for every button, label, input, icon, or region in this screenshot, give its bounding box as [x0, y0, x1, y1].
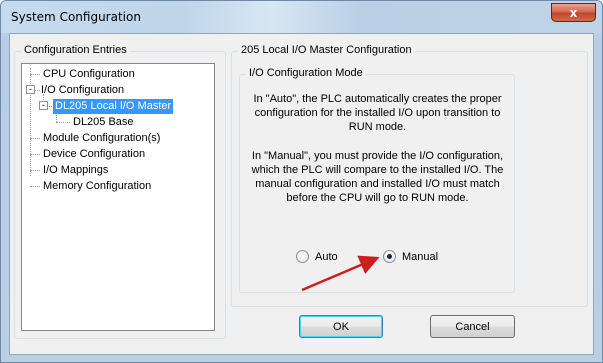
collapse-icon[interactable]: -	[39, 101, 48, 110]
configuration-tree[interactable]: - - CPU Configuration I/O Configuration …	[21, 63, 215, 331]
auto-radio-label[interactable]: Auto	[315, 251, 338, 263]
close-button[interactable]: x	[551, 3, 596, 22]
manual-radio-label[interactable]: Manual	[402, 251, 438, 263]
dialog-client-area: Configuration Entries - - CPU Configurat…	[9, 33, 594, 355]
window-title: System Configuration	[11, 10, 141, 24]
tree-item-dl205-local-io-master[interactable]: DL205 Local I/O Master	[53, 99, 174, 114]
tree-item-memory-configuration[interactable]: Memory Configuration	[41, 179, 153, 194]
tree-line	[30, 170, 40, 171]
tree-item-cpu-configuration[interactable]: CPU Configuration	[41, 67, 137, 82]
title-bar[interactable]: System Configuration x	[1, 1, 602, 33]
collapse-icon[interactable]: -	[26, 85, 35, 94]
tree-item-io-mappings[interactable]: I/O Mappings	[41, 163, 110, 178]
tree-item-module-configurations[interactable]: Module Configuration(s)	[41, 131, 162, 146]
io-configuration-mode-group: I/O Configuration Mode In "Auto", the PL…	[239, 67, 515, 293]
tree-item-dl205-base[interactable]: DL205 Base	[71, 115, 136, 130]
manual-radio-button[interactable]	[383, 250, 396, 263]
dialog-window: System Configuration x Configuration Ent…	[0, 0, 603, 363]
configuration-entries-group: Configuration Entries - - CPU Configurat…	[14, 44, 226, 339]
tree-item-io-configuration[interactable]: I/O Configuration	[39, 83, 126, 98]
master-configuration-label: 205 Local I/O Master Configuration	[238, 44, 415, 56]
tree-line	[56, 122, 70, 123]
close-icon: x	[569, 5, 578, 20]
configuration-entries-label: Configuration Entries	[21, 44, 130, 56]
manual-mode-description: In "Manual", you must provide the I/O co…	[251, 150, 504, 204]
tree-line	[30, 186, 40, 187]
manual-radio-option[interactable]: Manual	[383, 250, 438, 263]
io-configuration-mode-label: I/O Configuration Mode	[246, 67, 366, 79]
tree-line	[30, 154, 40, 155]
cancel-button[interactable]: Cancel	[430, 315, 515, 338]
tree-line	[30, 138, 40, 139]
tree-item-device-configuration[interactable]: Device Configuration	[41, 147, 147, 162]
master-configuration-group: 205 Local I/O Master Configuration I/O C…	[231, 44, 588, 307]
auto-mode-description: In "Auto", the PLC automatically creates…	[253, 93, 502, 133]
auto-radio-option[interactable]: Auto	[296, 250, 338, 263]
ok-button[interactable]: OK	[299, 315, 383, 338]
auto-radio-button[interactable]	[296, 250, 309, 263]
tree-line	[30, 74, 40, 75]
